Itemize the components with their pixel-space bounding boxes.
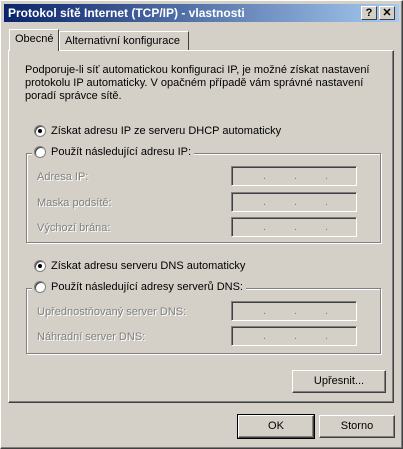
- radio-dns-auto-label: Získat adresu serveru DNS automaticky: [51, 260, 246, 272]
- ok-button[interactable]: OK: [237, 414, 315, 439]
- close-button[interactable]: ✕: [379, 6, 395, 20]
- subnet-mask-label: Maska podsítě:: [37, 197, 112, 209]
- radio-dns-manual-label: Použít následující adresy serverů DNS:: [51, 281, 243, 293]
- radio-ip-manual[interactable]: Použít následující adresu IP:: [32, 146, 195, 158]
- radio-ip-manual-label: Použít následující adresu IP:: [51, 146, 192, 158]
- radio-button-icon[interactable]: [34, 260, 46, 272]
- preferred-dns-field[interactable]: . . .: [231, 301, 357, 321]
- close-icon: ✕: [382, 7, 392, 19]
- description-text: Podporuje-li síť automatickou konfigurac…: [25, 64, 370, 102]
- radio-dns-manual[interactable]: Použít následující adresy serverů DNS:: [32, 281, 246, 293]
- gateway-field[interactable]: . . .: [231, 217, 357, 237]
- radio-ip-auto[interactable]: Získat adresu IP ze serveru DHCP automat…: [34, 125, 285, 137]
- radio-dns-auto[interactable]: Získat adresu serveru DNS automaticky: [34, 260, 249, 272]
- ip-address-field[interactable]: . . .: [231, 166, 357, 186]
- alternate-dns-field[interactable]: . . .: [231, 326, 357, 346]
- cancel-button[interactable]: Storno: [319, 415, 395, 438]
- title-bar[interactable]: Protokol sítě Internet (TCP/IP) - vlastn…: [4, 4, 399, 22]
- preferred-dns-label: Upřednostňovaný server DNS:: [37, 306, 187, 318]
- radio-button-icon[interactable]: [34, 146, 46, 158]
- radio-button-icon[interactable]: [34, 125, 46, 137]
- tab-general[interactable]: Obecné: [9, 29, 59, 51]
- alternate-dns-label: Náhradní server DNS:: [37, 331, 146, 343]
- gateway-label: Výchozí brána:: [37, 222, 111, 234]
- window-title: Protokol sítě Internet (TCP/IP) - vlastn…: [8, 6, 245, 20]
- tab-alternate-config[interactable]: Alternativní konfigurace: [59, 31, 189, 50]
- advanced-button[interactable]: Upřesnit...: [292, 370, 386, 393]
- subnet-mask-field[interactable]: . . .: [231, 192, 357, 212]
- radio-ip-auto-label: Získat adresu IP ze serveru DHCP automat…: [51, 125, 282, 137]
- radio-button-icon[interactable]: [34, 281, 46, 293]
- ip-address-label: Adresa IP:: [37, 171, 89, 183]
- help-button[interactable]: ?: [361, 6, 377, 20]
